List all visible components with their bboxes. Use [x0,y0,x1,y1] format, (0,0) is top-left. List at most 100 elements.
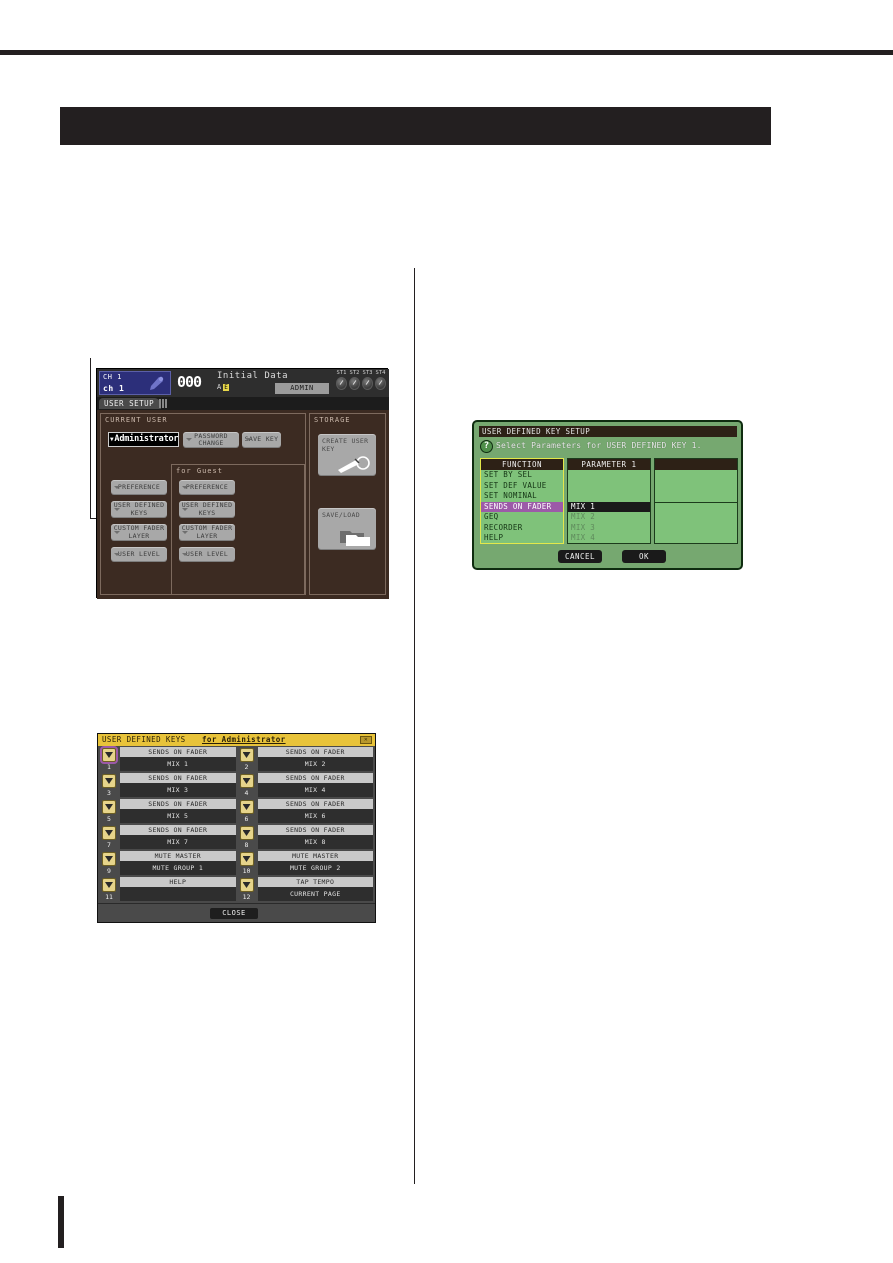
list-item[interactable]: 9 MUTE MASTER MUTE GROUP 1 [100,851,236,877]
udk-key-button-1[interactable]: 1 [100,748,120,772]
key-button-icon [239,878,254,892]
list-item[interactable]: MIX 3 [568,523,650,534]
chevron-down-icon [114,530,120,534]
udk-key-button-9[interactable]: 9 [100,852,120,876]
parameter2-list[interactable] [654,458,738,544]
udk-key-function: SENDS ON FADER [120,799,236,809]
udk-key-button-12[interactable]: 12 [238,878,258,902]
parameter1-list-header: PARAMETER 1 [568,459,650,470]
guest-user-level-button[interactable]: USER LEVEL [179,547,235,562]
current-user-panel: CURRENT USER ▼Administrator PASSWORD CHA… [100,413,306,595]
st3-knob[interactable] [362,377,373,390]
list-item-selected[interactable]: SENDS ON FADER [481,501,563,512]
save-key-button[interactable]: SAVE KEY [242,432,281,448]
st2-knob[interactable] [349,377,360,390]
stereo-meters-group: ST1 ST2 ST3 ST4 [335,370,387,390]
close-icon[interactable]: ✕ [360,736,372,744]
chevron-down-icon [114,507,120,511]
list-item[interactable]: MIX 4 [568,533,650,544]
list-item[interactable]: 6 SENDS ON FADER MIX 6 [238,799,373,825]
cancel-button[interactable]: CANCEL [558,550,602,563]
dialog-message: Select Parameters for USER DEFINED KEY 1… [496,441,702,450]
udk-key-function: SENDS ON FADER [120,825,236,835]
list-item[interactable] [655,470,737,481]
udk-key-function: SENDS ON FADER [257,747,373,757]
guest-preference-label: PREFERENCE [185,482,229,491]
list-item[interactable] [568,481,650,492]
udk-key-button-6[interactable]: 6 [238,800,258,824]
udk-key-number: 8 [244,841,249,849]
function-list[interactable]: FUNCTION SET BY SEL SET DEF VALUE SET NO… [480,458,564,544]
admin-preference-button[interactable]: PREFERENCE [111,480,167,495]
udk-key-number: 7 [107,841,111,849]
udk-key-number: 10 [242,867,251,875]
current-user-select[interactable]: ▼Administrator [108,432,179,447]
udk-key-labels: TAP TEMPO CURRENT PAGE [257,877,373,901]
list-item[interactable] [568,470,650,481]
guest-user-defined-keys-button[interactable]: USER DEFINED KEYS [179,501,235,518]
udk-key-button-2[interactable]: 2 [238,748,258,772]
password-change-button[interactable]: PASSWORD CHANGE [183,432,239,448]
list-item[interactable]: RECORDER [481,523,563,534]
list-item[interactable]: 2 SENDS ON FADER MIX 2 [238,747,373,773]
list-item[interactable]: 4 SENDS ON FADER MIX 4 [238,773,373,799]
list-item[interactable] [655,524,737,535]
list-item[interactable]: 10 MUTE MASTER MUTE GROUP 2 [238,851,373,877]
list-item[interactable]: 1 SENDS ON FADER MIX 1 [100,747,236,773]
chevron-down-icon [114,552,120,556]
list-item[interactable]: MIX 2 [568,512,650,523]
st2-label: ST2 [349,370,360,376]
udk-key-labels: HELP [120,877,236,901]
udk-key-button-3[interactable]: 3 [100,774,120,798]
udk-key-parameter: CURRENT PAGE [257,887,373,901]
ok-button[interactable]: OK [622,550,666,563]
admin-user-defined-keys-button[interactable]: USER DEFINED KEYS [111,501,167,518]
list-item[interactable]: 11 HELP [100,877,236,903]
udk-key-button-7[interactable]: 7 [100,826,120,850]
list-item[interactable]: HELP [481,533,563,544]
st1-knob[interactable] [336,377,347,390]
admin-user-level-button[interactable]: USER LEVEL [111,547,167,562]
list-item[interactable]: GEQ [481,512,563,523]
list-item[interactable] [655,481,737,492]
tab-user-setup[interactable]: USER SETUP [99,398,162,409]
st3-label: ST3 [362,370,373,376]
close-button[interactable]: CLOSE [210,908,258,919]
create-user-key-button[interactable]: CREATE USER KEY [318,434,376,476]
st4-knob[interactable] [375,377,386,390]
list-item[interactable] [568,491,650,502]
list-item[interactable]: 12 TAP TEMPO CURRENT PAGE [238,877,373,903]
tab-bar: USER SETUP [97,397,389,410]
udk-key-button-10[interactable]: 10 [238,852,258,876]
list-item[interactable]: 3 SENDS ON FADER MIX 3 [100,773,236,799]
parameter1-list[interactable]: PARAMETER 1 MIX 1 MIX 2 MIX 3 MIX 4 [567,458,651,544]
guest-custom-fader-layer-button[interactable]: CUSTOM FADER LAYER [179,524,235,541]
guest-preference-button[interactable]: PREFERENCE [179,480,235,495]
list-item[interactable]: 7 SENDS ON FADER MIX 7 [100,825,236,851]
list-item[interactable] [655,491,737,502]
list-item-selected[interactable]: MIX 1 [568,501,650,512]
function-list-header: FUNCTION [481,459,563,470]
udk-key-parameter: MIX 4 [257,783,373,797]
list-item[interactable] [655,513,737,524]
list-item[interactable]: 8 SENDS ON FADER MIX 8 [238,825,373,851]
admin-preference-label: PREFERENCE [117,482,161,491]
udk-key-button-5[interactable]: 5 [100,800,120,824]
channel-indicator[interactable]: CH 1 ch 1 [99,371,171,395]
admin-custom-fader-layer-button[interactable]: CUSTOM FADER LAYER [111,524,167,541]
current-user-chip: ADMIN [275,383,329,394]
list-item[interactable]: SET DEF VALUE [481,481,563,492]
udk-key-button-11[interactable]: 11 [100,878,120,902]
list-item[interactable]: 5 SENDS ON FADER MIX 5 [100,799,236,825]
udk-key-button-4[interactable]: 4 [238,774,258,798]
udk-key-button-8[interactable]: 8 [238,826,258,850]
list-item[interactable]: SET NOMINAL [481,491,563,502]
list-item[interactable] [655,503,737,514]
udk-key-parameter: MUTE GROUP 2 [257,861,373,875]
tab-scroll-handle[interactable] [159,399,167,408]
list-item[interactable]: SET BY SEL [481,470,563,481]
scene-name: Initial Data [217,371,289,381]
question-mark-icon[interactable]: ? [480,440,493,453]
guest-panel-title: for Guest [176,467,223,475]
save-load-button[interactable]: SAVE/LOAD [318,508,376,550]
